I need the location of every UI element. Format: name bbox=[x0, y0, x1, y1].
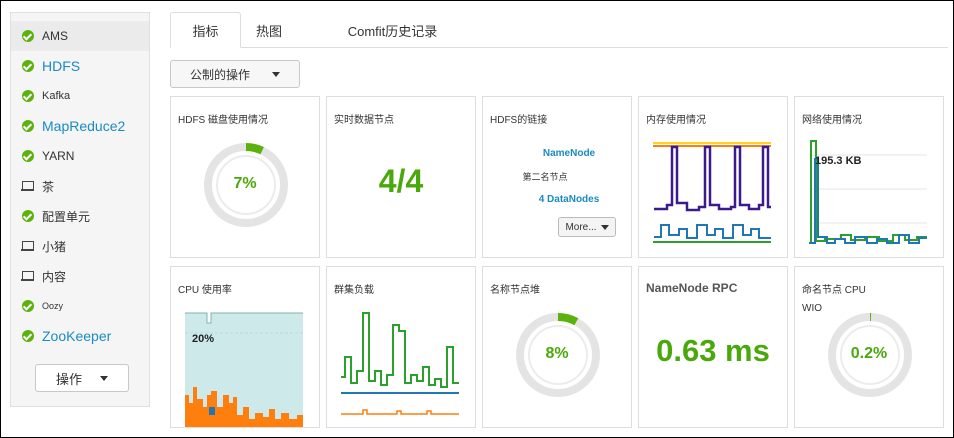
tab-label: Comfit历史记录 bbox=[347, 23, 438, 39]
widget-value: 7% bbox=[233, 175, 257, 192]
network-usage-chart bbox=[809, 140, 927, 244]
cpu-peak-label: 20% bbox=[192, 333, 215, 345]
sidebar-item-label: Oozy bbox=[42, 301, 64, 311]
cpu-usage-chart bbox=[185, 312, 303, 427]
sidebar-item-label: 配置单元 bbox=[42, 209, 91, 224]
widget-hdfs-disk-usage[interactable]: HDFS 磁盘使用情况 7% bbox=[170, 96, 320, 258]
network-peak-label: 195.3 KB bbox=[815, 155, 862, 167]
laptop-icon bbox=[21, 270, 34, 283]
cluster-load-line-green bbox=[341, 312, 459, 388]
memory-line-blue bbox=[654, 224, 771, 239]
widget-namenode-heap[interactable]: 名称节点堆 8% bbox=[482, 266, 632, 428]
datanodes-link[interactable]: 4 DataNodes bbox=[495, 194, 643, 205]
sidebar-item-zookeeper[interactable]: ZooKeeper bbox=[11, 321, 149, 351]
network-line-blue bbox=[809, 158, 927, 244]
tab-metrics[interactable]: 指标 bbox=[170, 12, 241, 48]
secondary-namenode-label: 第二名节点 bbox=[522, 172, 568, 182]
metric-actions-button[interactable]: 公制的操作 bbox=[170, 60, 300, 88]
more-label: More... bbox=[565, 221, 597, 233]
sidebar-item-label: 茶 bbox=[42, 179, 55, 194]
namenode-heap-donut-fill bbox=[558, 313, 579, 326]
sidebar-item-label: HDFS bbox=[42, 58, 81, 74]
widget-value: 0.63 ms bbox=[656, 333, 770, 368]
sidebar-item-茶[interactable]: 茶 bbox=[11, 171, 149, 201]
sidebar-item-label: MapReduce2 bbox=[42, 118, 126, 134]
caret-down-icon bbox=[600, 224, 609, 230]
widget-title: 实时数据节点 bbox=[334, 115, 394, 126]
sidebar-item-label: Kafka bbox=[42, 90, 71, 102]
widget-cpu-usage[interactable]: CPU 使用率 20% bbox=[170, 266, 320, 428]
cluster-load-chart bbox=[341, 312, 459, 415]
sidebar-item-yarn[interactable]: YARN bbox=[11, 141, 149, 171]
services-sidebar: AMS HDFS Kafka MapReduce2 YARN 茶配置单元小猪内容 Oozy Z… bbox=[10, 12, 150, 407]
check-circle-icon bbox=[21, 300, 34, 313]
check-circle-icon bbox=[21, 90, 34, 103]
widget-value: 0.2% bbox=[850, 345, 888, 362]
laptop-icon bbox=[21, 180, 34, 193]
widget-namenode-rpc[interactable]: NameNode RPC 0.63 ms bbox=[638, 266, 788, 428]
service-actions-label: 操作 bbox=[55, 371, 82, 387]
memory-line-purple bbox=[654, 145, 771, 212]
sidebar-item-label: 小猪 bbox=[42, 239, 67, 254]
widget-namenode-cpu[interactable]: 命名节点 CPU WIO 0.2% bbox=[794, 266, 944, 428]
hdfs-disk-donut-fill bbox=[246, 143, 264, 155]
caret-down-icon bbox=[272, 71, 280, 77]
cpu-area-system bbox=[209, 407, 215, 415]
caret-down-icon bbox=[100, 375, 108, 381]
check-circle-icon bbox=[21, 60, 34, 73]
sidebar-item-label: AMS bbox=[42, 29, 69, 43]
check-circle-icon bbox=[21, 120, 34, 133]
widget-value: 8% bbox=[545, 345, 569, 362]
memory-usage-chart bbox=[653, 142, 771, 243]
widget-cluster-load[interactable]: 群集负载 bbox=[326, 266, 476, 428]
widget-network-usage[interactable]: 网络使用情况 195.3 KB bbox=[794, 96, 944, 258]
sidebar-item-hdfs[interactable]: HDFS bbox=[11, 51, 149, 81]
cluster-load-line-orange bbox=[341, 409, 459, 415]
widget-memory-usage[interactable]: 内存使用情况 bbox=[638, 96, 788, 258]
sidebar-item-oozy[interactable]: Oozy bbox=[11, 291, 149, 321]
metric-actions-label: 公制的操作 bbox=[189, 67, 250, 82]
laptop-icon bbox=[21, 240, 34, 253]
sidebar-item-label: ZooKeeper bbox=[42, 328, 112, 344]
widget-title: HDFS的链接 bbox=[490, 115, 548, 126]
sidebar-item-内容[interactable]: 内容 bbox=[11, 261, 149, 291]
tab-label: 指标 bbox=[192, 23, 219, 39]
tab-heatmaps[interactable]: 热图 bbox=[243, 12, 295, 48]
check-circle-icon bbox=[21, 150, 34, 163]
sidebar-item-配置单元[interactable]: 配置单元 bbox=[11, 201, 149, 231]
widget-hdfs-links[interactable]: HDFS的链接 NameNode 第二名节点 4 DataNodes More.… bbox=[482, 96, 632, 258]
sidebar-item-label: 内容 bbox=[42, 269, 67, 284]
sidebar-item-ams[interactable]: AMS bbox=[11, 21, 149, 51]
sidebar-item-kafka[interactable]: Kafka bbox=[11, 81, 149, 111]
widget-value: 4/4 bbox=[378, 163, 424, 199]
tab-label: 热图 bbox=[255, 23, 282, 39]
widget-live-datanodes[interactable]: 实时数据节点 4/4 bbox=[326, 96, 476, 258]
widget-title: NameNode RPC bbox=[646, 281, 738, 295]
sidebar-item-mapreduce2[interactable]: MapReduce2 bbox=[11, 111, 149, 141]
check-circle-icon bbox=[21, 330, 34, 343]
sidebar-item-小猪[interactable]: 小猪 bbox=[11, 231, 149, 261]
check-circle-icon bbox=[21, 30, 34, 43]
sidebar-item-label: YARN bbox=[42, 149, 75, 163]
more-button[interactable]: More... bbox=[558, 217, 616, 237]
tab-config-history[interactable]: Comfit历史记录 bbox=[335, 12, 450, 48]
namenode-link[interactable]: NameNode bbox=[495, 148, 643, 159]
check-circle-icon bbox=[21, 210, 34, 223]
service-actions-button[interactable]: 操作 bbox=[35, 364, 129, 392]
